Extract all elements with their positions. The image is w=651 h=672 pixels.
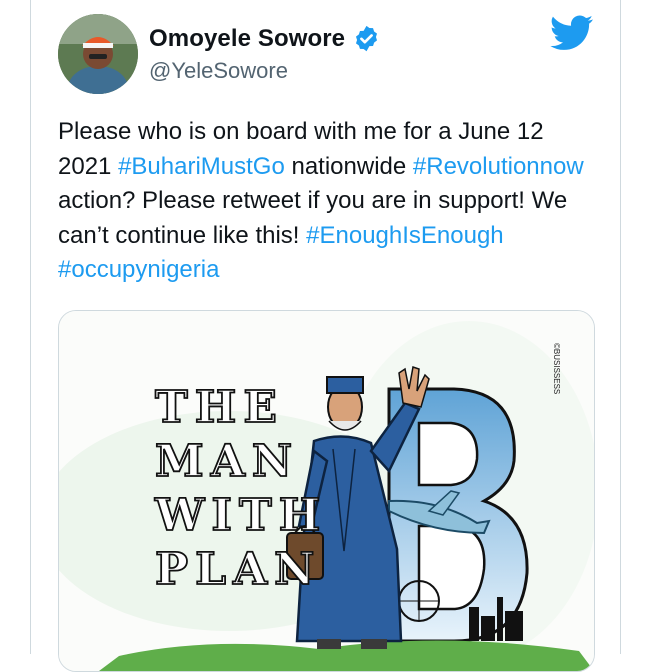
hashtag-link[interactable]: #EnoughIsEnough xyxy=(306,222,504,249)
timeline-border-right xyxy=(620,0,621,654)
author-avatar[interactable] xyxy=(58,14,138,94)
tweet-card[interactable]: Omoyele Sowore @YeleSowore Please who is… xyxy=(31,0,620,672)
author-name-row: Omoyele Sowore xyxy=(149,24,381,53)
hashtag-link[interactable]: #Revolutionnow xyxy=(413,153,584,180)
verified-badge-icon xyxy=(352,24,381,53)
hashtag-link[interactable]: #occupynigeria xyxy=(58,256,219,283)
author-display-name[interactable]: Omoyele Sowore xyxy=(149,25,345,53)
cartoon-word-4: PLAN xyxy=(154,543,322,596)
tweet-text-segment: nationwide xyxy=(284,152,413,180)
cartoonist-credit: ©BUSISSESS xyxy=(552,343,561,395)
cartoon-word-1: THE xyxy=(154,381,284,434)
cartoon-title: THE MAN WITH PLAN xyxy=(154,381,328,597)
tweet-media-image[interactable]: B xyxy=(58,310,595,672)
cartoon-word-2: MAN xyxy=(154,435,300,488)
cartoon-word-3: WITH xyxy=(154,489,328,542)
author-handle[interactable]: @YeleSowore xyxy=(149,58,288,84)
tweet-text: Please who is on board with me for a Jun… xyxy=(58,115,603,288)
twitter-bird-icon[interactable] xyxy=(550,15,594,51)
hashtag-link[interactable]: #BuhariMustGo xyxy=(118,153,285,180)
